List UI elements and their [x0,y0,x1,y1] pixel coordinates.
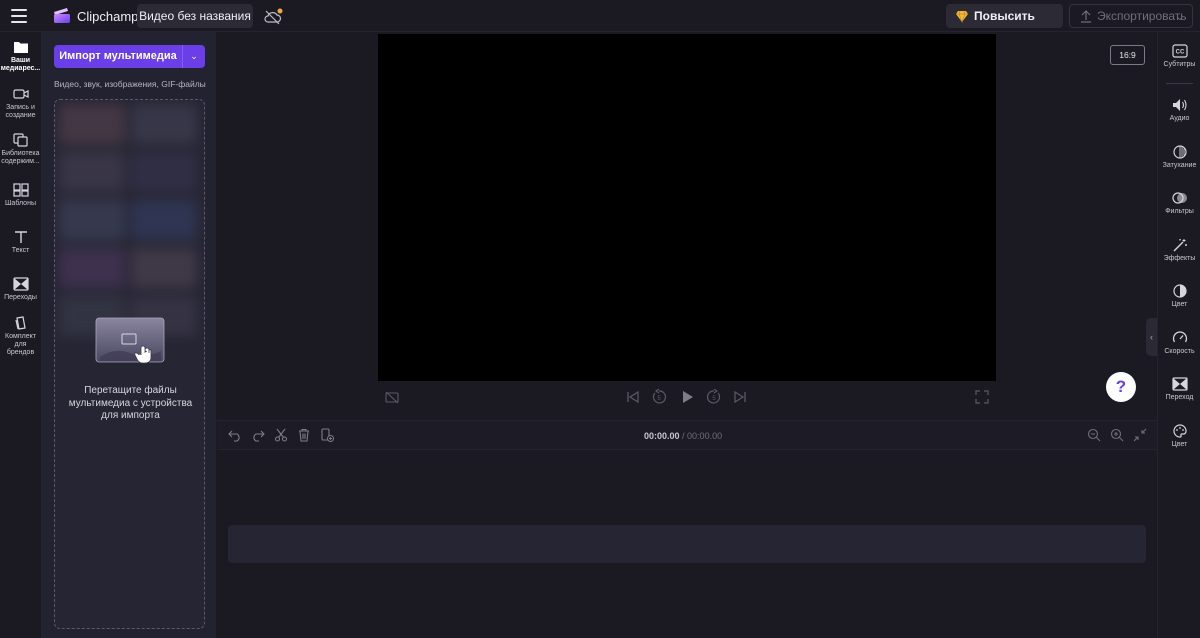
effects-icon [1173,239,1187,252]
prop-effects[interactable]: Эффекты [1158,238,1200,262]
transitions-icon [12,277,29,291]
chevron-down-icon: ⌄ [1175,12,1184,23]
palette-icon [1172,424,1187,438]
add-media-icon[interactable] [320,428,334,442]
nav-label: Текст [11,247,30,254]
nav-transitions[interactable]: Переходы [0,277,41,302]
brand-kit-icon [14,316,26,330]
export-label: Экспортировать [1097,9,1187,23]
left-nav-rail: Ваши медиарес... Запись и создание Библи… [0,32,41,638]
prop-captions[interactable]: CC Субтитры [1158,44,1200,68]
help-button[interactable]: ? [1106,372,1136,402]
prop-label: Цвет [1171,441,1188,448]
audio-icon [1172,99,1187,111]
templates-icon [12,183,29,197]
hamburger-menu-icon[interactable] [11,9,27,23]
import-dropdown-chevron-icon[interactable]: ⌄ [182,45,205,68]
prop-filters[interactable]: Фильтры [1158,191,1200,215]
drag-media-illustration-icon [95,317,165,364]
prop-label: Аудио [1169,115,1190,122]
fade-icon [1172,145,1187,159]
nav-your-media[interactable]: Ваши медиарес... [0,40,41,73]
top-bar: Clipchamp Видео без названия Повысить ст… [0,0,1200,47]
prop-label: Субтитры [1163,61,1196,68]
drop-zone-text: Перетащите файлы мультимедиа с устройств… [68,385,193,421]
color-icon [1172,284,1187,298]
nav-label: Запись и создание [5,104,36,119]
fullscreen-icon[interactable] [974,389,990,405]
nav-record-create[interactable]: Запись и создание [0,87,41,120]
fit-timeline-icon[interactable] [1133,428,1147,442]
divider [1166,83,1193,84]
upload-icon [1081,10,1091,23]
prop-audio[interactable]: Аудио [1158,98,1200,122]
prop-speed[interactable]: Скорость [1158,331,1200,355]
folder-icon [13,42,28,53]
clipchamp-logo-icon [54,8,70,23]
prop-palette[interactable]: Цвет [1158,424,1200,448]
speed-icon [1172,331,1187,343]
timeline-toolbar: 00:00.00 / 00:00.00 [217,420,1157,450]
export-button[interactable]: Экспортировать ⌄ [1069,4,1193,28]
redo-icon[interactable] [251,428,265,442]
empty-track[interactable] [228,525,1146,563]
svg-text:CC: CC [1175,50,1184,56]
prop-label: Скорость [1164,348,1195,355]
media-panel: Импорт мультимедиа ⌄ Видео, звук, изобра… [41,32,217,638]
prop-transition[interactable]: Переход [1158,377,1200,401]
skip-to-start-icon[interactable] [625,389,641,405]
play-icon[interactable] [679,389,695,405]
zoom-out-icon[interactable] [1087,428,1101,442]
timecode: 00:00.00 / 00:00.00 [644,431,722,441]
svg-text:5: 5 [712,396,716,402]
nav-text[interactable]: Текст [0,230,41,255]
nav-label: Переходы [4,294,37,301]
nav-templates[interactable]: Шаблоны [0,183,41,208]
prop-label: Переход [1165,394,1194,401]
nav-label: Библиотека содержим... [1,150,40,165]
prop-fade[interactable]: Затухание [1158,145,1200,169]
prop-label: Цвет [1171,301,1188,308]
collapse-right-panel-chevron-icon[interactable]: ‹ [1146,318,1157,356]
cloud-sync-off-icon[interactable] [263,8,283,26]
split-scissors-icon[interactable] [274,428,288,442]
nav-label: Шаблоны [5,200,36,207]
nav-brand-kit[interactable]: Комплект для брендов [0,316,41,357]
forward-5s-icon[interactable]: 5 [706,389,722,405]
undo-icon[interactable] [228,428,242,442]
timeline-area[interactable] [217,450,1157,638]
rewind-5s-icon[interactable]: 5 [651,389,667,405]
right-properties-rail: CC Субтитры Аудио Затухание Фильтры Эффе… [1157,32,1200,638]
video-camera-icon [12,89,29,99]
skip-to-end-icon[interactable] [732,389,748,405]
prop-color[interactable]: Цвет [1158,284,1200,308]
library-icon [12,133,28,147]
transition-icon [1171,377,1188,391]
nav-label: Комплект для брендов [5,333,36,356]
media-types-hint: Видео, звук, изображения, GIF-файлы [54,79,206,89]
text-icon [14,231,27,243]
prop-label: Затухание [1162,162,1197,169]
total-time: / 00:00.00 [682,431,723,441]
diamond-icon [956,10,968,23]
preview-stage: 16:9 5 5 ? [217,32,1157,420]
media-drop-zone[interactable]: Перетащите файлы мультимедиа с устройств… [54,99,205,629]
video-preview-canvas[interactable] [378,34,996,381]
captions-icon: CC [1171,44,1188,58]
import-media-button[interactable]: Импорт мультимедиа [54,45,182,68]
current-time: 00:00.00 [644,431,680,441]
prop-label: Фильтры [1165,208,1194,215]
svg-text:5: 5 [657,396,661,402]
prop-label: Эффекты [1163,255,1196,262]
nav-label: Ваши медиарес... [0,57,41,72]
project-title[interactable]: Видео без названия [137,4,253,28]
nav-content-library[interactable]: Библиотека содержим... [0,133,41,166]
zoom-in-icon[interactable] [1110,428,1124,442]
aspect-ratio-button[interactable]: 16:9 [1110,45,1145,65]
hide-preview-icon[interactable] [384,389,400,405]
upgrade-button[interactable]: Повысить статус [946,4,1063,47]
filters-icon [1171,192,1187,204]
delete-icon[interactable] [297,428,311,442]
brand-name: Clipchamp [77,9,139,24]
